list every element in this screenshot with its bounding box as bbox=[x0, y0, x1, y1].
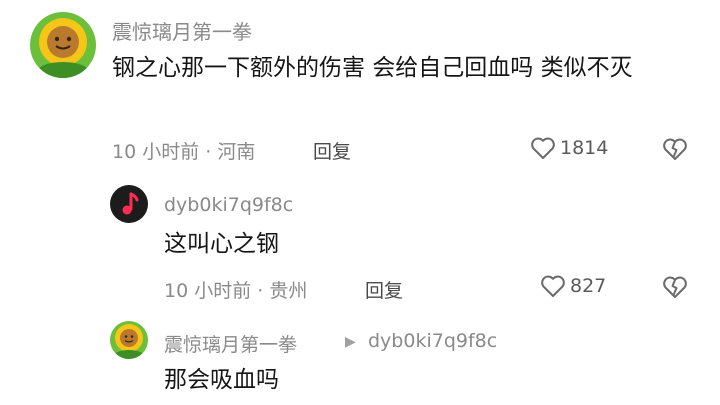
reply1-reply-button[interactable]: 回复 bbox=[365, 276, 403, 303]
comment-text: 钢之心那一下额外的伤害 会给自己回血吗 类似不灭 bbox=[112, 55, 633, 81]
reply2-text: 那会吸血吗 bbox=[164, 367, 279, 393]
broken-heart-icon bbox=[663, 138, 687, 160]
reply1-dislike-button[interactable] bbox=[662, 275, 688, 303]
reply1-username[interactable]: dyb0ki7q9f8c bbox=[164, 194, 293, 216]
reply1-text: 这叫心之钢 bbox=[164, 231, 279, 257]
reply1-like-button[interactable]: 827 bbox=[540, 274, 606, 298]
reply1-like-count: 827 bbox=[570, 275, 607, 297]
comment-like-count: 1814 bbox=[560, 137, 609, 159]
avatar[interactable] bbox=[110, 185, 148, 223]
reply2-reply-to[interactable]: dyb0ki7q9f8c bbox=[368, 330, 497, 352]
music-note-avatar-icon bbox=[110, 185, 148, 223]
reply2-username[interactable]: 震惊璃月第一拳 bbox=[164, 330, 297, 357]
broken-heart-icon bbox=[663, 276, 687, 298]
avatar[interactable] bbox=[110, 321, 148, 359]
heart-outline-icon bbox=[541, 275, 565, 297]
triangle-right-icon: ▶ bbox=[345, 334, 356, 350]
heart-outline-icon bbox=[531, 137, 555, 159]
reply1-time-location: 10 小时前 · 贵州 bbox=[164, 280, 308, 302]
comment-time-location: 10 小时前 · 河南 bbox=[112, 141, 256, 163]
comment-username[interactable]: 震惊璃月第一拳 bbox=[112, 16, 252, 45]
comment-like-button[interactable]: 1814 bbox=[530, 136, 608, 160]
comment-reply-button[interactable]: 回复 bbox=[313, 137, 351, 164]
comment-dislike-button[interactable] bbox=[662, 137, 688, 165]
sunflower-avatar-icon bbox=[30, 12, 96, 78]
sunflower-avatar-icon bbox=[110, 321, 148, 359]
avatar[interactable] bbox=[30, 12, 96, 78]
